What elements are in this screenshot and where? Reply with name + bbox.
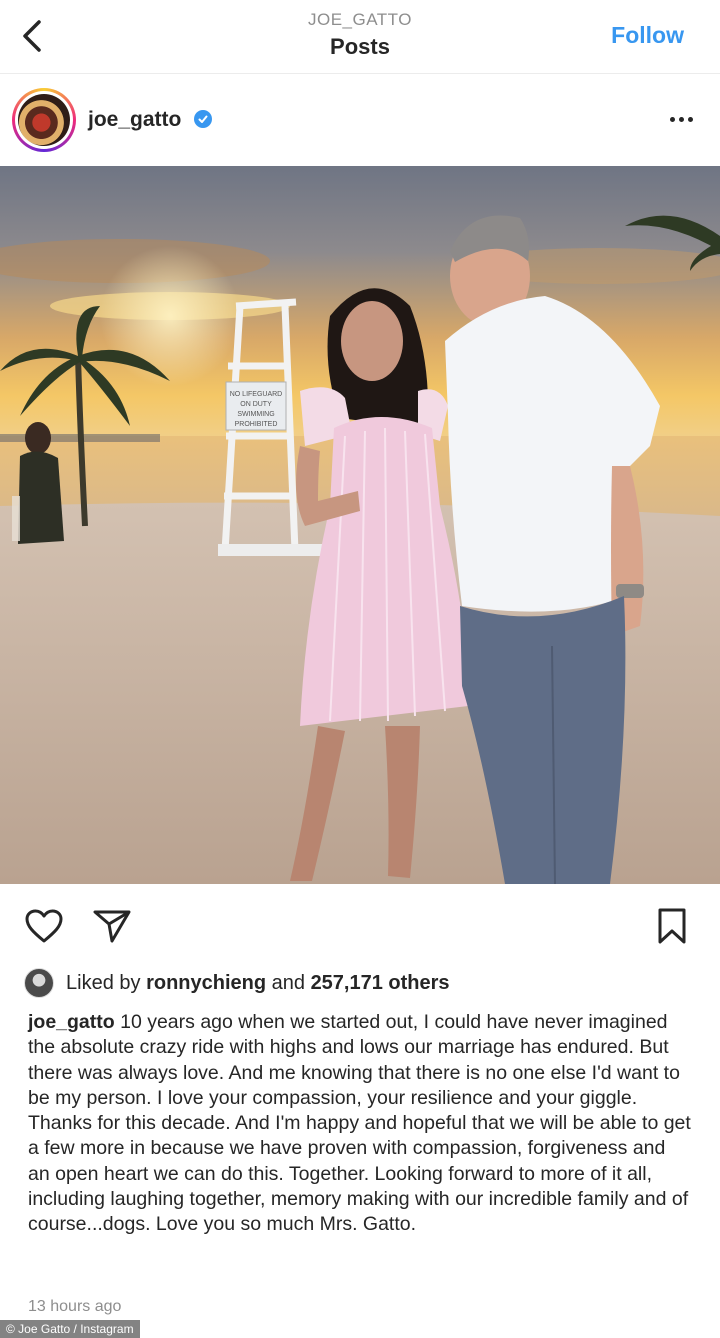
liker-avatar[interactable] (24, 968, 54, 998)
liker-username[interactable]: ronnychieng (146, 972, 266, 994)
caption-username[interactable]: joe_gatto (28, 1011, 115, 1033)
beach-scene: NO LIFEGUARD ON DUTY SWIMMING PROHIBITED (0, 215, 720, 884)
post-username[interactable]: joe_gatto (88, 108, 181, 132)
post-photo[interactable]: NO LIFEGUARD ON DUTY SWIMMING PROHIBITED (0, 166, 720, 884)
likes-prefix: Liked by (66, 971, 147, 994)
bookmark-icon[interactable] (650, 906, 694, 946)
more-options-icon[interactable] (664, 104, 698, 134)
follow-button[interactable]: Follow (611, 22, 684, 49)
share-icon[interactable] (90, 906, 134, 946)
sign-text-line-4: PROHIBITED (235, 421, 278, 428)
post-header: joe_gatto (0, 74, 720, 164)
likes-row: Liked by ronnychieng and 257,171 others (24, 966, 450, 1000)
sign-text-line-3: SWIMMING (237, 411, 274, 418)
heart-icon[interactable] (22, 906, 66, 946)
likes-connector: and (266, 971, 311, 994)
sign-text-line-1: NO LIFEGUARD (230, 391, 283, 398)
verified-badge-icon (194, 110, 212, 128)
caption-text: 10 years ago when we started out, I coul… (28, 1011, 691, 1236)
likes-text: Liked by ronnychieng and 257,171 others (66, 972, 450, 995)
avatar[interactable] (12, 88, 76, 152)
top-navigation-bar: JOE_GATTO Posts Follow (0, 0, 720, 74)
post-caption: joe_gatto 10 years ago when we started o… (28, 1010, 692, 1238)
post-timestamp: 13 hours ago (28, 1298, 122, 1315)
photo-credit: © Joe Gatto / Instagram (0, 1320, 140, 1338)
post-action-bar (0, 888, 720, 962)
avatar-image (18, 94, 70, 146)
likes-count[interactable]: 257,171 others (311, 972, 450, 994)
sign-text-line-2: ON DUTY (240, 401, 272, 408)
